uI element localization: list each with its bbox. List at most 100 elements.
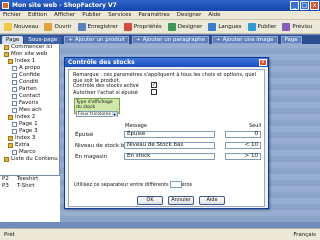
tab-page[interactable]: Page [2,35,24,44]
menu-item[interactable]: Publier [82,12,101,18]
add-icon: + [215,36,221,43]
menu-item[interactable]: Afficher [54,12,75,18]
tree-item[interactable]: Mon site web [0,51,59,58]
toolbar-button-label: Enregistrer [87,23,118,30]
menu-item[interactable]: Edition [28,12,47,18]
tree-item-label: Page 3 [19,128,38,134]
add-product-button[interactable]: + Ajouter un produit [64,35,129,44]
toolbar-button-publier[interactable]: Publier [246,21,279,33]
stock-enabled-label: Contrôle des stocks activé [73,83,139,89]
menu-item[interactable]: Paramètres [138,12,169,18]
tree-item[interactable]: Extra [0,142,59,149]
seuil-field[interactable]: < 10 [225,142,261,149]
toolbar-button-designer[interactable]: Designer [166,21,205,33]
toolbar-button-ouvrir[interactable]: Ouvrir [42,21,73,33]
menu-item[interactable]: Designer [177,12,202,18]
menu-item[interactable]: Fichier [3,12,21,18]
add-icon: + [68,36,73,43]
page-icon [12,150,17,155]
tree-item-label: A propo [19,65,41,71]
toolbar-button-label: Publier [257,23,277,30]
tree-item[interactable]: Conditi [0,79,59,86]
list-item[interactable]: P3 T-Shirt [0,183,60,190]
message-field[interactable]: En stock [124,153,215,160]
cancel-button[interactable]: Annuler [168,196,194,205]
ok-button[interactable]: OK [137,196,163,205]
tree-item-label: Conditi [19,79,39,85]
stock-display-type-value: Feux tricolores [78,111,112,117]
allow-buy-checkbox[interactable] [151,89,157,95]
folder-icon [4,157,9,162]
add-paragraph-button[interactable]: + Ajouter un paragraphe [131,35,209,44]
allow-buy-row: Autoriser l'achat si épuisé [73,90,138,96]
tree-item-label: Liste du Contenu [11,156,58,162]
toolbar-button-label: Ouvrir [54,23,72,30]
chevron-down-icon: ▾ [112,112,117,117]
close-window-button[interactable]: x [310,1,319,10]
page-icon [12,122,17,127]
tab-sous-page[interactable]: Sous-page [24,35,62,44]
folder-icon [4,52,9,57]
row-label: Niveau de stock bas [75,143,131,149]
tree-item[interactable]: Contact [0,93,59,100]
page-tab-bar: Page Sous-page + Ajouter un produit + Ajou… [0,35,320,44]
tree-item[interactable]: Liste du Contenu [0,156,59,163]
page-icon [12,73,17,78]
page-icon [12,94,17,99]
folder-icon [8,136,13,141]
languages-icon [208,22,217,31]
seuil-field[interactable]: > 10 [225,153,261,160]
tree-item[interactable]: A propo [0,65,59,72]
toolbar-button-label: Prévisu [292,23,313,30]
tree-item-label: Favoris [19,100,39,106]
tree-item[interactable]: Index 1 [0,58,59,65]
seuil-field[interactable]: 0 [225,131,261,138]
page-menu-button[interactable]: Page [280,35,302,44]
stock-control-dialog: Contrôle des stocks x Remarque : ces par… [64,57,269,209]
help-button[interactable]: Aide [199,196,225,205]
toolbar-button-nouveau[interactable]: Nouveau [2,21,40,33]
folder-icon [4,45,9,50]
tree-item[interactable]: Index 2 [0,114,59,121]
designer-icon [167,22,176,31]
tree-item[interactable]: Page 1 [0,121,59,128]
toolbar-button-langues[interactable]: Langues [206,21,243,33]
add-product-label: Ajouter un produit [74,36,125,43]
stock-display-type-select[interactable]: Feux tricolores ▾ [76,111,118,117]
row-label: Épuisé [75,132,94,138]
tree-item[interactable]: Parten [0,86,59,93]
tree-item[interactable]: Mes ach [0,107,59,114]
tree-item-label: Contact [19,93,41,99]
minimize-button[interactable]: _ [290,1,299,10]
add-image-button[interactable]: + Ajouter une image [211,35,278,44]
tree-item[interactable]: Page 3 [0,128,59,135]
message-field[interactable]: Niveau de Stock bas [124,142,215,149]
maximize-button[interactable]: □ [300,1,309,10]
toolbar-button-prvisu[interactable]: Prévisu [280,21,314,33]
dialog-body: Remarque : ces paramètres s'appliquent à… [68,69,265,207]
tree-item[interactable]: Marco [0,149,59,156]
tree-item-label: Page 1 [19,121,38,127]
page-icon [12,66,17,71]
product-name: T-Shirt [16,183,35,189]
toolbar-button-label: Nouveau [14,23,39,30]
toolbar-button-label: Propriétés [133,23,162,30]
toolbar-button-enregistrer[interactable]: Enregistrer [76,21,120,33]
tree-item[interactable]: Confide [0,72,59,79]
tree-item-label: Confide [19,72,41,78]
tree-item[interactable]: Index 3 [0,135,59,142]
tree-item[interactable]: Commencer ici [0,44,59,51]
separator-select[interactable] [170,181,182,188]
stock-enabled-checkbox[interactable]: ✓ [151,82,157,88]
toolbar-button-proprits[interactable]: Propriétés [122,21,164,33]
message-field[interactable]: Épuisé [124,131,215,138]
folder-icon [8,143,13,148]
dialog-close-button[interactable]: x [259,59,267,66]
menu-item[interactable]: Services [108,12,131,18]
tree-item-label: Marco [19,149,36,155]
menu-item[interactable]: Aide [208,12,220,18]
add-image-label: Ajouter une image [222,36,274,43]
window-title: Mon site web - ShopFactory V7 [12,2,117,9]
tree-item[interactable]: Favoris [0,100,59,107]
list-item[interactable]: P2 Teeshirt [0,176,60,183]
